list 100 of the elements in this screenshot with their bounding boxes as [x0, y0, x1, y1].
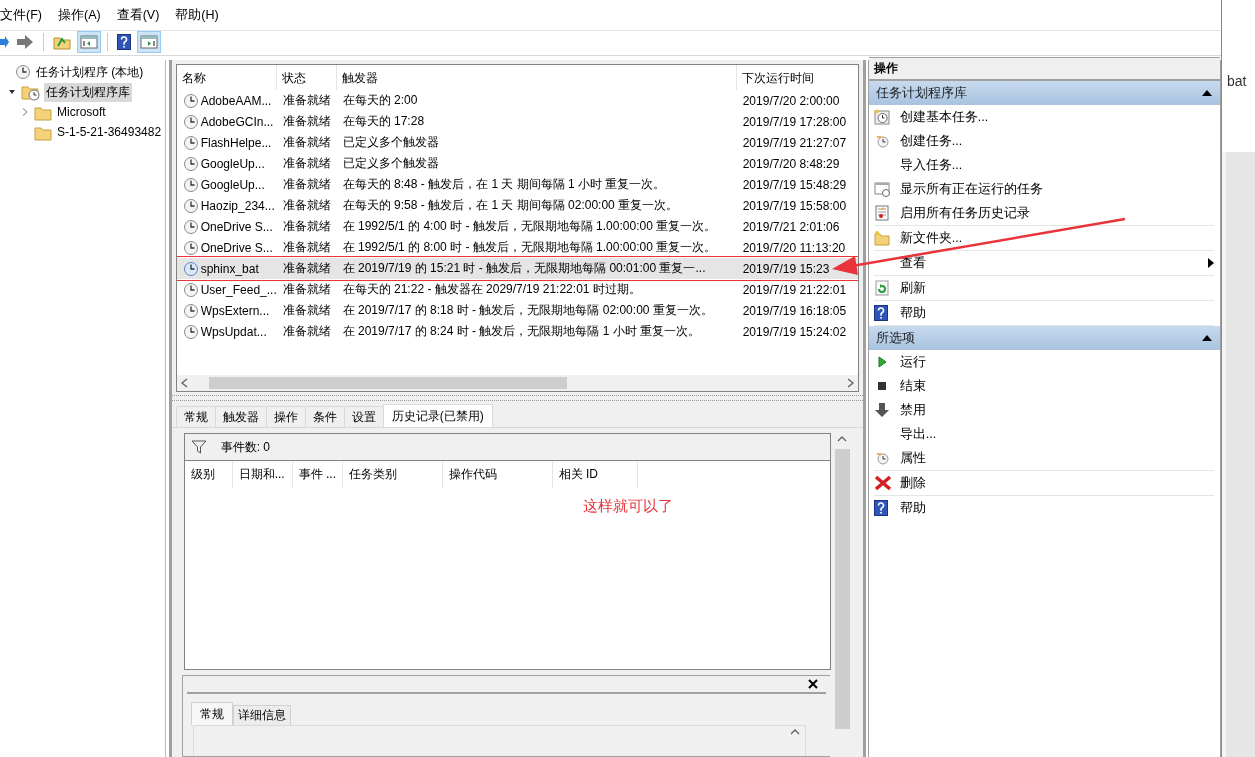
- tab[interactable]: 历史记录(已禁用): [382, 404, 493, 427]
- table-row[interactable]: Haozip_234... 准备就绪 在每天的 9:58 - 触发后，在 1 天 期间每隔 02:00:00 重复一次。 2019/7/19 15:58:00: [176, 195, 858, 216]
- action-item[interactable]: 导入任务...: [899, 156, 963, 174]
- table-row[interactable]: OneDrive S... 准备就绪 在 1992/5/1 的 8:00 时 - 触发后，无限期地每隔 1.00:00:00 重复一次。 2019/7/20 11:13:20: [176, 237, 858, 258]
- refresh-icon: [873, 280, 890, 296]
- task-status: 准备就绪: [281, 218, 332, 235]
- clock-icon: [182, 323, 199, 340]
- column-header[interactable]: 下次运行时间: [736, 65, 858, 90]
- collapse-icon[interactable]: [1202, 335, 1212, 341]
- task-name: GoogleUp...: [200, 156, 265, 171]
- task-trigger: 在 2019/7/17 的 8:24 时 - 触发后，无限期地每隔 1 小时 重复一次。: [341, 323, 702, 340]
- filter-icon: [190, 440, 207, 454]
- panel-icon: [140, 34, 158, 50]
- folder-icon: [873, 230, 890, 246]
- table-row[interactable]: GoogleUp... 准备就绪 已定义多个触发器 2019/7/20 8:48:29: [176, 153, 858, 174]
- tree-item[interactable]: 任务计划程序 (本地): [34, 62, 146, 82]
- tree-item[interactable]: Microsoft: [55, 104, 108, 120]
- down-arrow-icon: [873, 402, 890, 418]
- table-row[interactable]: User_Feed_... 准备就绪 在每天的 21:22 - 触发器在 2029/7/19 21:22:01 时过期。 2019/7/19 21:22:01: [176, 279, 858, 300]
- task-trigger: 在每天的 9:58 - 触发后，在 1 天 期间每隔 02:00:00 重复一次。: [341, 197, 680, 214]
- next-run-time: 2019/7/19 15:58:00: [741, 198, 848, 213]
- column-header[interactable]: 级别: [184, 461, 233, 488]
- menu-item[interactable]: 帮助(H): [175, 6, 227, 24]
- section-header[interactable]: 所选项: [875, 329, 915, 347]
- action-item[interactable]: 启用所有任务历史记录: [899, 204, 1030, 222]
- action-item[interactable]: 查看: [899, 254, 926, 272]
- column-header[interactable]: 操作代码: [442, 461, 553, 488]
- menu-item[interactable]: 文件(F): [0, 6, 50, 24]
- table-row[interactable]: sphinx_bat 准备就绪 在 2019/7/19 的 15:21 时 - 触发后，无限期地每隔 00:01:00 重复一... 2019/7/19 15:23: [176, 258, 858, 279]
- action-item[interactable]: 删除: [899, 474, 926, 492]
- forward-arrow-icon: [16, 34, 34, 50]
- collapse-icon[interactable]: [1202, 90, 1212, 96]
- clock-icon: [182, 302, 199, 319]
- action-item[interactable]: 创建基本任务...: [899, 108, 989, 126]
- task-status: 准备就绪: [281, 239, 332, 256]
- task-trigger: 在每天的 21:22 - 触发器在 2029/7/19 21:22:01 时过期。: [341, 281, 642, 298]
- column-header[interactable]: 日期和...: [232, 461, 293, 488]
- tab[interactable]: 详细信息: [232, 705, 291, 726]
- task-name: AdobeAAM...: [200, 93, 272, 108]
- window-text: bat: [1227, 73, 1247, 89]
- horizontal-scrollbar[interactable]: [176, 375, 858, 391]
- column-header[interactable]: 相关 ID: [552, 461, 638, 488]
- action-item[interactable]: 显示所有正在运行的任务: [899, 180, 1043, 198]
- task-status: 准备就绪: [281, 176, 332, 193]
- table-row[interactable]: AdobeGCIn... 准备就绪 在每天的 17:28 2019/7/19 17:28:00: [176, 111, 858, 132]
- column-header[interactable]: 任务类别: [342, 461, 443, 488]
- next-run-time: 2019/7/19 17:28:00: [741, 114, 848, 129]
- task-name: GoogleUp...: [200, 177, 265, 192]
- table-row[interactable]: WpsExtern... 准备就绪 在 2019/7/17 的 8:18 时 - 触发后，无限期地每隔 02:00:00 重复一次。 2019/7/19 16:18:05: [176, 300, 858, 321]
- tab[interactable]: 常规: [175, 406, 216, 427]
- action-item[interactable]: 新文件夹...: [899, 229, 963, 247]
- close-icon[interactable]: [807, 679, 818, 690]
- action-item[interactable]: 运行: [899, 353, 926, 371]
- section-header[interactable]: 任务计划程序库: [875, 84, 967, 102]
- back-arrow-icon: [0, 34, 9, 50]
- column-header[interactable]: 触发器: [336, 65, 737, 90]
- task-trigger: 在 2019/7/17 的 8:18 时 - 触发后，无限期地每隔 02:00:00 重复一次。: [341, 302, 714, 319]
- action-item[interactable]: 刷新: [899, 279, 926, 297]
- column-header[interactable]: 事件 ...: [292, 461, 343, 488]
- task-status: 准备就绪: [281, 113, 332, 130]
- expanded-caret-icon[interactable]: [8, 88, 16, 96]
- next-run-time: 2019/7/19 15:23: [741, 261, 831, 276]
- next-run-time: 2019/7/20 11:13:20: [741, 240, 847, 255]
- tree-item[interactable]: S-1-5-21-36493482: [55, 124, 164, 140]
- column-header[interactable]: 状态: [276, 65, 337, 90]
- task-trigger: 在 1992/5/1 的 8:00 时 - 触发后，无限期地每隔 1.00:00:00 重复一次。: [341, 239, 718, 256]
- action-item[interactable]: 帮助: [899, 499, 926, 517]
- folder-clock-icon: [21, 83, 41, 101]
- action-item[interactable]: 属性: [899, 449, 926, 467]
- clock-icon: [182, 197, 199, 214]
- tree-item[interactable]: 任务计划程序库: [44, 82, 132, 102]
- clock-icon: [182, 134, 199, 151]
- menu-item[interactable]: 查看(V): [116, 6, 168, 24]
- menu-item[interactable]: 操作(A): [57, 6, 109, 24]
- table-row[interactable]: OneDrive S... 准备就绪 在 1992/5/1 的 4:00 时 - 触发后，无限期地每隔 1.00:00:00 重复一次。 2019/7/21 2:01:06: [176, 216, 858, 237]
- table-row[interactable]: GoogleUp... 准备就绪 在每天的 8:48 - 触发后，在 1 天 期间每隔 1 小时 重复一次。 2019/7/19 15:48:29: [176, 174, 858, 195]
- clock-icon: [182, 218, 199, 235]
- action-item[interactable]: 帮助: [899, 304, 926, 322]
- next-run-time: 2019/7/19 21:27:07: [741, 135, 848, 150]
- task-trigger: 在 2019/7/19 的 15:21 时 - 触发后，无限期地每隔 00:01:00 重复一...: [341, 260, 707, 277]
- table-row[interactable]: AdobeAAM... 准备就绪 在每天的 2:00 2019/7/20 2:00:00: [176, 90, 858, 111]
- action-item[interactable]: 禁用: [899, 401, 926, 419]
- table-row[interactable]: FlashHelpe... 准备就绪 已定义多个触发器 2019/7/19 21:27:07: [176, 132, 858, 153]
- tab[interactable]: 常规: [190, 702, 233, 726]
- task-name: User_Feed_...: [200, 282, 277, 297]
- task-name: Haozip_234...: [200, 198, 275, 213]
- column-header[interactable]: 名称: [176, 65, 277, 90]
- action-item[interactable]: 导出...: [899, 425, 937, 443]
- action-item[interactable]: 结束: [899, 377, 926, 395]
- clock-icon: [182, 176, 199, 193]
- task-trigger: 已定义多个触发器: [341, 155, 440, 172]
- task-trigger: 在每天的 17:28: [341, 113, 426, 130]
- task-name: WpsExtern...: [200, 303, 270, 318]
- clock-icon: [182, 239, 199, 256]
- action-item[interactable]: 创建任务...: [899, 132, 963, 150]
- help-icon: [117, 34, 131, 50]
- collapsed-chevron-icon[interactable]: [21, 108, 29, 116]
- toolbar-button[interactable]: [114, 31, 134, 53]
- panel-icon: [80, 34, 98, 50]
- table-row[interactable]: WpsUpdat... 准备就绪 在 2019/7/17 的 8:24 时 - 触发后，无限期地每隔 1 小时 重复一次。 2019/7/19 15:24:02: [176, 321, 858, 342]
